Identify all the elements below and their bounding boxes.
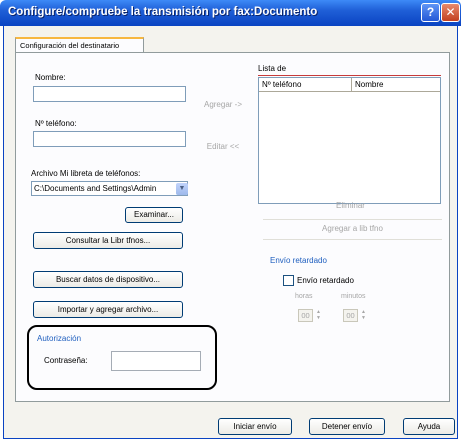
edit-button[interactable]: Editar << [195, 139, 251, 155]
phone-label: Nº teléfono: [35, 119, 77, 128]
title-help-button[interactable]: ? [421, 3, 440, 22]
import-add-file-button[interactable]: Importar y agregar archivo... [33, 301, 183, 318]
delete-button[interactable]: Eliminar [303, 199, 398, 213]
separator [263, 219, 442, 220]
consult-phonebook-button[interactable]: Consultar la Libr tfnos... [33, 232, 183, 249]
hours-input[interactable]: 00 [298, 309, 313, 322]
chevron-down-icon[interactable]: ▼ [176, 183, 188, 195]
list-header: Nº teléfono Nombre [259, 78, 440, 92]
name-input[interactable] [33, 86, 186, 102]
minutes-spinner-arrows[interactable]: ▲ ▼ [360, 309, 367, 322]
column-header-name[interactable]: Nombre [352, 78, 440, 91]
add-button[interactable]: Agregar -> [195, 97, 251, 113]
list-title-underline [258, 75, 441, 76]
delayed-send-checkbox-label: Envío retardado [297, 276, 354, 285]
recipient-list[interactable]: Nº teléfono Nombre [258, 77, 441, 204]
phone-input[interactable] [33, 131, 186, 147]
stop-send-button[interactable]: Detener envío [309, 418, 385, 435]
tab-recipient-settings[interactable]: Configuración del destinatario [15, 37, 144, 53]
close-button[interactable]: ✕ [441, 3, 460, 22]
hours-spinner-arrows[interactable]: ▲ ▼ [315, 309, 322, 322]
delayed-send-group-label: Envío retardado [270, 256, 327, 265]
title-bar: Configure/compruebe la transmisión por f… [0, 0, 461, 26]
fax-dialog-window: Configure/compruebe la transmisión por f… [0, 0, 461, 442]
browse-button[interactable]: Examinar... [125, 207, 183, 223]
help-button[interactable]: Ayuda [403, 418, 455, 435]
window-title: Configure/compruebe la transmisión por f… [8, 6, 318, 18]
start-send-button[interactable]: Iniciar envío [218, 418, 292, 435]
password-label: Contraseña: [44, 356, 88, 365]
authorization-group-label: Autorización [37, 334, 82, 343]
phonebook-select[interactable]: C:\Documents and Settings\Admin ▼ [31, 181, 188, 196]
search-device-button[interactable]: Buscar datos de dispositivo... [33, 271, 183, 288]
minutes-label: minutos [341, 293, 366, 300]
minutes-input[interactable]: 00 [343, 309, 358, 322]
add-to-phonebook-button[interactable]: Agregar a lib tfno [263, 222, 442, 236]
phonebook-label: Archivo Mi libreta de teléfonos: [31, 169, 141, 178]
list-title: Lista de [258, 64, 287, 73]
password-input[interactable] [111, 351, 201, 371]
phonebook-value: C:\Documents and Settings\Admin [34, 184, 157, 193]
hours-label: horas [295, 293, 313, 300]
separator [263, 239, 442, 240]
name-label: Nombre: [35, 73, 66, 82]
delayed-send-checkbox[interactable] [283, 275, 294, 286]
column-header-phone[interactable]: Nº teléfono [259, 78, 352, 91]
